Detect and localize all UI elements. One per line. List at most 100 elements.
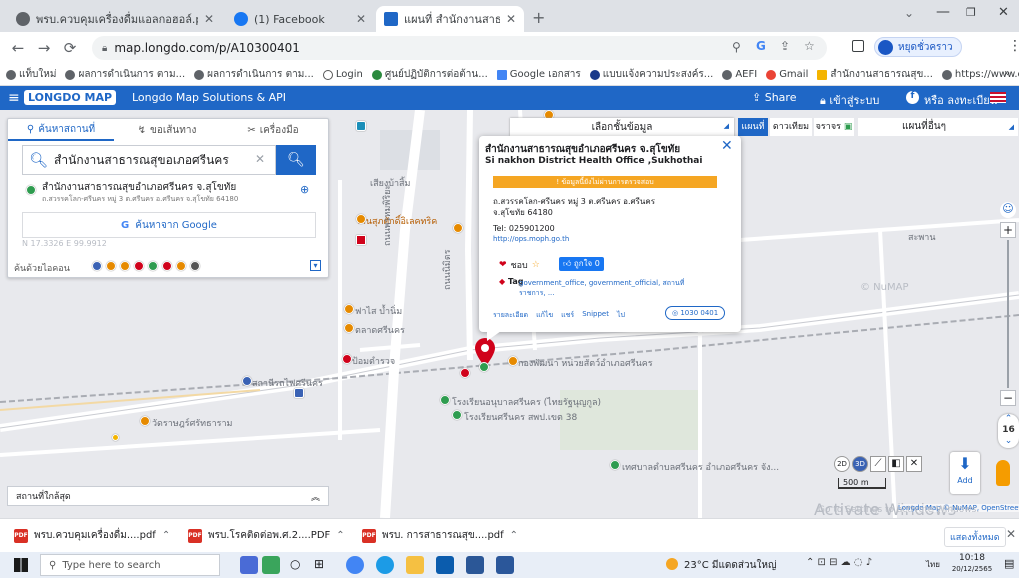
cortana-icon[interactable]: ○ xyxy=(290,557,300,571)
taskbar-app-icon[interactable] xyxy=(262,556,280,574)
category-police-icon[interactable] xyxy=(162,261,172,271)
poi-pin[interactable] xyxy=(242,376,252,386)
expand-categories-icon[interactable]: ▾ xyxy=(310,260,321,271)
edge-icon[interactable] xyxy=(376,556,394,574)
expand-icon[interactable]: ︽ xyxy=(311,490,320,503)
chevron-up-icon[interactable]: ⌃ xyxy=(162,530,170,541)
zoom-level-indicator[interactable]: ⌃ 16 ⌄ xyxy=(998,414,1019,448)
new-tab-icon[interactable]: + xyxy=(532,8,545,27)
accessibility-icon[interactable]: ☺ xyxy=(1000,202,1016,218)
category-other-icon[interactable] xyxy=(190,261,200,271)
mail-icon[interactable] xyxy=(436,556,454,574)
bookmark-item[interactable]: ผลการดำเนินการ ตาม... xyxy=(194,67,314,82)
zoom-to-result-icon[interactable]: ⊕ xyxy=(300,183,309,196)
tab-facebook[interactable]: (1) Facebook ✕ xyxy=(226,6,374,32)
zoom-slider[interactable] xyxy=(1007,240,1009,388)
star-icon[interactable]: ☆ xyxy=(532,260,540,270)
back-arrow-icon[interactable]: ← xyxy=(6,36,30,60)
3d-view-icon[interactable]: 3D xyxy=(852,456,868,472)
chrome-icon[interactable] xyxy=(346,556,364,574)
bookmark-item[interactable]: แบบแจ้งความประสงค์ร... xyxy=(589,67,713,82)
poi-pin[interactable] xyxy=(356,235,366,245)
google-search-button[interactable]: G ค้นหาจาก Google xyxy=(22,212,316,238)
poi-pin[interactable] xyxy=(356,121,366,131)
map-label[interactable]: วัดราษฎร์ศรัทธาราม xyxy=(152,416,232,430)
poi-pin[interactable] xyxy=(344,323,354,333)
location-icon[interactable]: ⚲ xyxy=(732,40,741,54)
register-link[interactable]: หรือ ลงทะเบียน xyxy=(924,91,997,109)
map-label[interactable]: โรงเรียนอนุบาลศรีนคร (ไทยรัฐนุญกูล) xyxy=(452,395,601,409)
map-type-satellite[interactable]: ดาวเทียม xyxy=(770,118,812,136)
poi-pin[interactable] xyxy=(356,214,366,224)
add-place-button[interactable]: ⬇ Add xyxy=(950,452,980,494)
profile-button[interactable]: หยุดชั่วคราว xyxy=(874,37,962,57)
map-label[interactable]: เทศบาลตำบลศรีนคร อำเภอศรีนคร จัง... xyxy=(622,460,779,474)
layer-select-dropdown[interactable]: เลือกชั้นข้อมูล ◢ xyxy=(510,118,734,136)
download-item[interactable]: PDF พรบ.โรคติดต่อพ.ศ.2....PDF ⌃ xyxy=(188,528,348,543)
category-transport-icon[interactable] xyxy=(92,261,102,271)
minimize-icon[interactable]: — xyxy=(936,4,950,20)
poi-pin[interactable] xyxy=(344,304,354,314)
map-label[interactable]: ตลาดศรีนคร xyxy=(355,323,405,337)
poi-pin[interactable] xyxy=(479,362,489,372)
hamburger-menu-icon[interactable]: ≡ xyxy=(8,90,20,106)
download-item[interactable]: PDF พรบ.ควบคุมเครื่องดื่ม....pdf ⌃ xyxy=(14,528,174,543)
sidebar-icon[interactable] xyxy=(852,40,864,52)
street-view-pegman-icon[interactable] xyxy=(996,460,1010,486)
clear-search-icon[interactable]: ✕ xyxy=(255,152,265,166)
tab-directions[interactable]: ↯ ขอเส้นทาง xyxy=(114,119,220,141)
bookmark-item[interactable]: Login xyxy=(322,69,363,80)
bookmark-item[interactable]: AEFI xyxy=(722,69,757,80)
bookmark-item[interactable]: Gmail xyxy=(766,69,808,80)
poi-pin[interactable] xyxy=(112,434,119,441)
clear-tools-icon[interactable]: ✕ xyxy=(906,456,922,472)
notification-icon[interactable]: ▤ xyxy=(1004,557,1014,570)
map-label[interactable]: กองพัฒนา หน่วยสัตว์อำเภอศรีนคร xyxy=(518,356,653,370)
poi-pin[interactable] xyxy=(610,460,620,470)
close-popup-icon[interactable]: ✕ xyxy=(721,138,733,154)
reload-icon[interactable]: ⟳ xyxy=(58,36,82,60)
more-bookmarks-icon[interactable]: » xyxy=(1004,68,1010,79)
tab-tools[interactable]: ✂ เครื่องมือ xyxy=(220,119,326,141)
clock-date[interactable]: 20/12/2565 xyxy=(946,565,998,573)
bookmark-item[interactable]: ศูนย์ปฏิบัติการต่อต้าน... xyxy=(371,67,488,82)
category-government-icon[interactable] xyxy=(148,261,158,271)
map-label[interactable]: ป้อมตำรวจ xyxy=(352,354,395,368)
poi-pin[interactable] xyxy=(140,416,150,426)
close-tab-icon[interactable]: ✕ xyxy=(356,12,366,26)
google-icon[interactable]: G xyxy=(756,39,766,53)
map-label[interactable]: โรงเรียนศรีนคร สพป.เขต 38 xyxy=(464,410,577,424)
download-item[interactable]: PDF พรบ. การสาธารณสุข....pdf ⌃ xyxy=(362,528,522,543)
word-icon[interactable] xyxy=(496,556,514,574)
search-button[interactable]: 🔍︎ xyxy=(276,145,316,175)
chevron-up-icon[interactable]: ⌃ xyxy=(336,530,344,541)
poi-pin[interactable] xyxy=(508,356,518,366)
map-label[interactable]: ร้านสุภศักดิ์อิเลคทริค xyxy=(356,214,437,228)
zoom-in-button[interactable]: + xyxy=(1000,222,1016,238)
windows-start-icon[interactable] xyxy=(14,558,28,572)
category-food-icon[interactable] xyxy=(106,261,116,271)
close-tab-icon[interactable]: ✕ xyxy=(204,12,214,26)
bookmark-item[interactable]: ผลการดำเนินการ ตาม... xyxy=(65,67,185,82)
show-all-downloads-button[interactable]: แสดงทั้งหมด xyxy=(944,527,1006,547)
tab-longdo[interactable]: แผนที่ สำนักงานสาธารณสุขอำเภอศรีนคร ✕ xyxy=(376,6,524,32)
measure-line-icon[interactable]: ⟋ xyxy=(870,456,886,472)
facebook-like-button[interactable]: 👍︎ ถูกใจ 0 xyxy=(559,257,604,271)
map-type-map[interactable]: แผนที่ xyxy=(738,118,768,136)
category-shop-icon[interactable] xyxy=(120,261,130,271)
menu-dots-icon[interactable]: ⋮ xyxy=(1008,38,1019,54)
zoom-out-button[interactable]: − xyxy=(1000,390,1016,406)
category-fuel-icon[interactable] xyxy=(176,261,186,271)
star-icon[interactable]: ☆ xyxy=(804,39,815,53)
facebook-icon[interactable]: f xyxy=(906,91,919,104)
map-label[interactable]: ฟาไส บ้ำนิ่ม xyxy=(355,304,402,318)
tag-links[interactable]: government_office, government_official, … xyxy=(519,278,709,298)
input-language[interactable]: ไทย xyxy=(926,558,940,571)
close-downloads-icon[interactable]: ✕ xyxy=(1006,527,1016,541)
weather-text[interactable]: 23°C มีแดดส่วนใหญ่ xyxy=(684,558,776,573)
taskbar-app-icon[interactable] xyxy=(466,556,484,574)
taskbar-app-icon[interactable] xyxy=(240,556,258,574)
poi-pin[interactable] xyxy=(294,388,304,398)
category-hospital-icon[interactable] xyxy=(134,261,144,271)
file-explorer-icon[interactable] xyxy=(406,556,424,574)
